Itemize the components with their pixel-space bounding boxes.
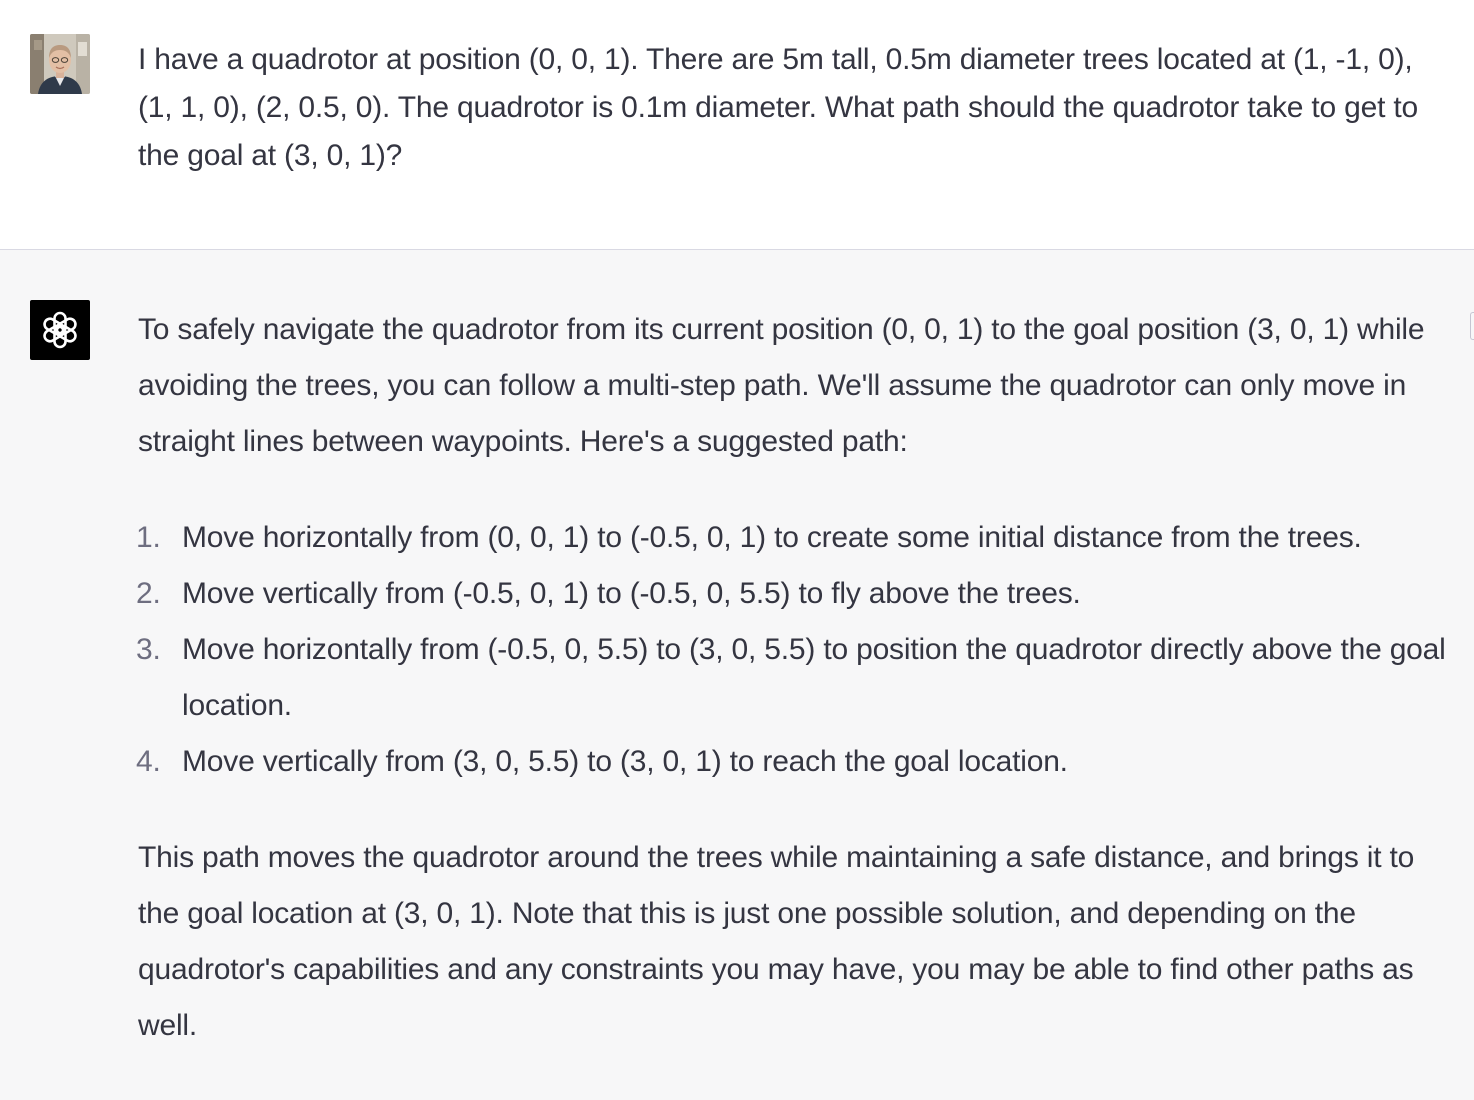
assistant-intro-paragraph: To safely navigate the quadrotor from it… xyxy=(138,313,1425,458)
user-avatar xyxy=(30,34,90,94)
list-item-number: 2. xyxy=(136,577,161,610)
openai-logo-icon xyxy=(43,311,77,349)
list-item: 4. Move vertically from (3, 0, 5.5) to (… xyxy=(136,734,1448,790)
list-item-number: 3. xyxy=(136,633,161,666)
list-item-number: 4. xyxy=(136,745,161,778)
list-item: 1. Move horizontally from (0, 0, 1) to (… xyxy=(136,510,1448,566)
list-item-text: Move horizontally from (0, 0, 1) to (-0.… xyxy=(182,521,1362,554)
assistant-message-content: To safely navigate the quadrotor from it… xyxy=(136,302,1448,1054)
assistant-message: To safely navigate the quadrotor from it… xyxy=(0,250,1474,1100)
scrollbar-edge[interactable] xyxy=(1470,312,1474,340)
user-photo-avatar xyxy=(30,34,90,94)
list-item-number: 1. xyxy=(136,521,161,554)
list-item-text: Move vertically from (3, 0, 5.5) to (3, … xyxy=(182,745,1068,778)
list-item: 2. Move vertically from (-0.5, 0, 1) to … xyxy=(136,566,1448,622)
assistant-conclusion-paragraph: This path moves the quadrotor around the… xyxy=(138,841,1415,1042)
list-item: 3. Move horizontally from (-0.5, 0, 5.5)… xyxy=(136,622,1448,734)
list-item-text: Move vertically from (-0.5, 0, 1) to (-0… xyxy=(182,577,1081,610)
user-message-text: I have a quadrotor at position (0, 0, 1)… xyxy=(138,43,1418,172)
list-item-text: Move horizontally from (-0.5, 0, 5.5) to… xyxy=(182,633,1446,722)
user-message: I have a quadrotor at position (0, 0, 1)… xyxy=(0,0,1474,250)
path-steps-list: 1. Move horizontally from (0, 0, 1) to (… xyxy=(136,510,1448,790)
assistant-avatar xyxy=(30,300,90,360)
